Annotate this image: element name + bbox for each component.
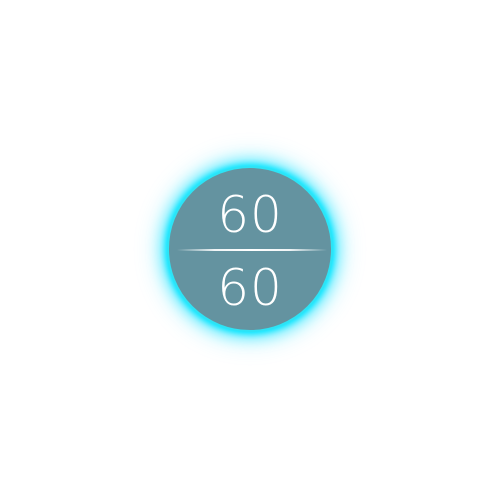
top-value: 60 (217, 186, 283, 244)
divider-line (177, 249, 327, 251)
stage: 60 60 (0, 0, 500, 500)
counter-orb: 60 60 (167, 166, 333, 332)
bottom-value: 60 (217, 259, 283, 317)
